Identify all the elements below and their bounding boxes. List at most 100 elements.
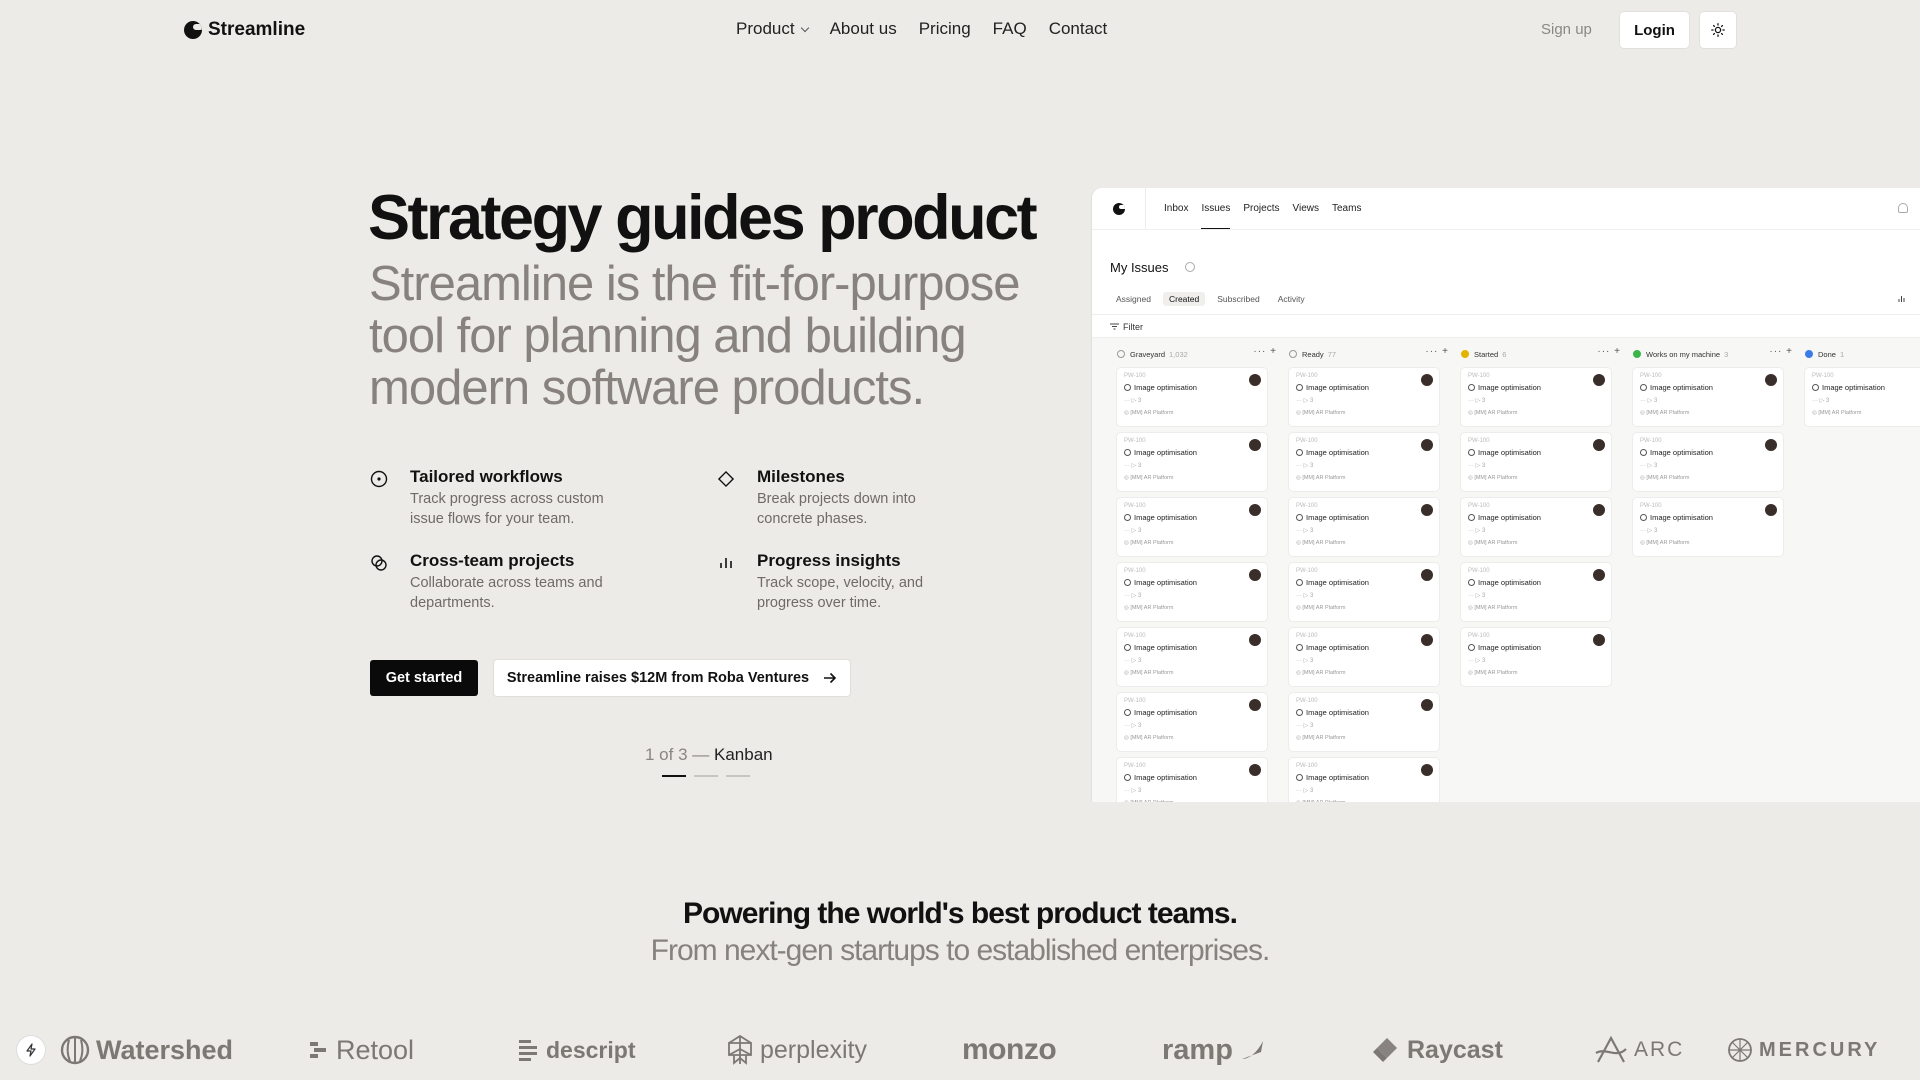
status-icon [1124, 514, 1131, 521]
chart-icon[interactable] [1897, 294, 1906, 303]
avatar[interactable] [1765, 504, 1777, 516]
nav-link-contact[interactable]: Contact [1049, 19, 1108, 39]
nav-link-pricing[interactable]: Pricing [919, 19, 971, 39]
avatar[interactable] [1249, 374, 1261, 386]
nav-link-about[interactable]: About us [830, 19, 897, 39]
issue-card[interactable]: PW-100 Image optimisation ··· ▷ 3 ◎ [MM] AR… [1117, 758, 1267, 802]
kanban-column: Ready 77 ··· + PW-100 Image optimisation ··· … [1289, 338, 1453, 802]
avatar[interactable] [1765, 439, 1777, 451]
avatar[interactable] [1249, 569, 1261, 581]
app-tab-teams[interactable]: Teams [1332, 203, 1361, 229]
issue-card[interactable]: PW-100 Image optimisation ··· ▷ 3 ◎ [MM] AR… [1117, 628, 1267, 686]
filter-button[interactable]: Filter [1110, 322, 1143, 332]
issue-card[interactable]: PW-100 Image optimisation ··· ▷ 3 ◎ [MM] AR… [1289, 628, 1439, 686]
issue-card[interactable]: PW-100 Image optimisation ··· ▷ 3 ◎ [MM] AR… [1633, 498, 1783, 556]
issue-card[interactable]: PW-100 Image optimisation ··· ▷ 3 ◎ [MM] AR… [1633, 368, 1783, 426]
column-actions[interactable]: ··· + [1425, 346, 1449, 357]
issue-id: PW-100 [1468, 568, 1490, 574]
avatar[interactable] [1593, 439, 1605, 451]
avatar[interactable] [1421, 699, 1433, 711]
issue-card[interactable]: PW-100 Image optimisation ··· ▷ 3 ◎ [MM] AR… [1117, 693, 1267, 751]
brand-name: Streamline [208, 19, 306, 40]
subtab-subscribed[interactable]: Subscribed [1211, 292, 1266, 306]
issue-tag: ◎ [MM] AR Platform [1124, 410, 1174, 416]
issue-card[interactable]: PW-100 Image optimisation ··· ▷ 3 ◎ [MM] AR… [1805, 368, 1920, 426]
app-tab-projects[interactable]: Projects [1243, 203, 1279, 229]
issue-card[interactable]: PW-100 Image optimisation ··· ▷ 3 ◎ [MM] AR… [1633, 433, 1783, 491]
signup-link[interactable]: Sign up [1541, 21, 1592, 38]
theme-toggle-button[interactable] [1700, 12, 1736, 48]
avatar[interactable] [1421, 504, 1433, 516]
filter-icon [1110, 323, 1119, 330]
get-started-button[interactable]: Get started [370, 660, 478, 696]
brand-logo[interactable]: Streamline [184, 19, 305, 41]
avatar[interactable] [1421, 764, 1433, 776]
avatar[interactable] [1421, 374, 1433, 386]
app-tab-views[interactable]: Views [1293, 203, 1320, 229]
issue-card[interactable]: PW-100 Image optimisation ··· ▷ 3 ◎ [MM] AR… [1461, 563, 1611, 621]
app-tab-issues[interactable]: Issues [1201, 203, 1231, 229]
login-button[interactable]: Login [1620, 12, 1689, 48]
info-icon[interactable] [1185, 262, 1195, 272]
app-tab-inbox[interactable]: Inbox [1164, 203, 1188, 229]
issue-card[interactable]: PW-100 Image optimisation ··· ▷ 3 ◎ [MM] AR… [1289, 693, 1439, 751]
subtab-activity[interactable]: Activity [1272, 292, 1311, 306]
subtab-created[interactable]: Created [1162, 292, 1206, 306]
bell-icon[interactable] [1898, 203, 1908, 213]
sun-icon [1711, 23, 1725, 37]
issue-card[interactable]: PW-100 Image optimisation ··· ▷ 3 ◎ [MM] AR… [1117, 563, 1267, 621]
issue-card[interactable]: PW-100 Image optimisation ··· ▷ 3 ◎ [MM] AR… [1289, 368, 1439, 426]
issue-id: PW-100 [1296, 438, 1318, 444]
issue-id: PW-100 [1124, 568, 1146, 574]
carousel-dot[interactable] [694, 775, 718, 777]
subtab-assigned[interactable]: Assigned [1110, 292, 1157, 306]
avatar[interactable] [1249, 634, 1261, 646]
lightning-button[interactable] [17, 1036, 45, 1064]
nav-link-product[interactable]: Product [736, 19, 809, 39]
avatar[interactable] [1249, 699, 1261, 711]
feature-progress-insights: Progress insights Track scope, velocity,… [716, 551, 1016, 613]
avatar[interactable] [1421, 439, 1433, 451]
carousel-dot[interactable] [662, 775, 686, 777]
issue-card[interactable]: PW-100 Image optimisation ··· ▷ 3 ◎ [MM] AR… [1117, 498, 1267, 556]
issue-title: Image optimisation [1296, 643, 1369, 652]
issue-card[interactable]: PW-100 Image optimisation ··· ▷ 3 ◎ [MM] AR… [1289, 433, 1439, 491]
carousel-dots [662, 775, 750, 777]
status-icon [1468, 579, 1475, 586]
avatar[interactable] [1593, 569, 1605, 581]
issue-title-text: Image optimisation [1478, 578, 1541, 587]
column-actions[interactable]: ··· + [1597, 346, 1621, 357]
issue-card[interactable]: PW-100 Image optimisation ··· ▷ 3 ◎ [MM] AR… [1461, 628, 1611, 686]
issue-card[interactable]: PW-100 Image optimisation ··· ▷ 3 ◎ [MM] AR… [1289, 498, 1439, 556]
issue-card[interactable]: PW-100 Image optimisation ··· ▷ 3 ◎ [MM] AR… [1117, 368, 1267, 426]
avatar[interactable] [1421, 634, 1433, 646]
avatar[interactable] [1593, 504, 1605, 516]
avatar[interactable] [1249, 764, 1261, 776]
avatar[interactable] [1249, 504, 1261, 516]
avatar[interactable] [1593, 374, 1605, 386]
carousel-dot[interactable] [726, 775, 750, 777]
column-actions[interactable]: ··· + [1253, 346, 1277, 357]
issue-title: Image optimisation [1468, 383, 1541, 392]
avatar[interactable] [1249, 439, 1261, 451]
avatar[interactable] [1765, 374, 1777, 386]
column-actions[interactable]: ··· + [1769, 346, 1793, 357]
issue-meta: ··· ▷ 3 [1468, 528, 1486, 534]
issue-id: PW-100 [1640, 373, 1662, 379]
issue-card[interactable]: PW-100 Image optimisation ··· ▷ 3 ◎ [MM] AR… [1461, 433, 1611, 491]
avatar[interactable] [1421, 569, 1433, 581]
issue-tag: ◎ [MM] AR Platform [1812, 410, 1862, 416]
nav-link-faq[interactable]: FAQ [993, 19, 1027, 39]
kanban-column: Graveyard 1,032 ··· + PW-100 Image optimisat… [1117, 338, 1281, 802]
issue-card[interactable]: PW-100 Image optimisation ··· ▷ 3 ◎ [MM] AR… [1289, 563, 1439, 621]
issue-tag: ◎ [MM] AR Platform [1296, 735, 1346, 741]
announcement-button[interactable]: Streamline raises $12M from Roba Venture… [494, 660, 850, 696]
issue-card[interactable]: PW-100 Image optimisation ··· ▷ 3 ◎ [MM] AR… [1289, 758, 1439, 802]
issue-tag: ◎ [MM] AR Platform [1124, 475, 1174, 481]
issue-card[interactable]: PW-100 Image optimisation ··· ▷ 3 ◎ [MM] AR… [1461, 498, 1611, 556]
avatar[interactable] [1593, 634, 1605, 646]
status-icon [1296, 579, 1303, 586]
issue-card[interactable]: PW-100 Image optimisation ··· ▷ 3 ◎ [MM] AR… [1117, 433, 1267, 491]
issue-card[interactable]: PW-100 Image optimisation ··· ▷ 3 ◎ [MM] AR… [1461, 368, 1611, 426]
issue-meta: ··· ▷ 3 [1296, 398, 1314, 404]
